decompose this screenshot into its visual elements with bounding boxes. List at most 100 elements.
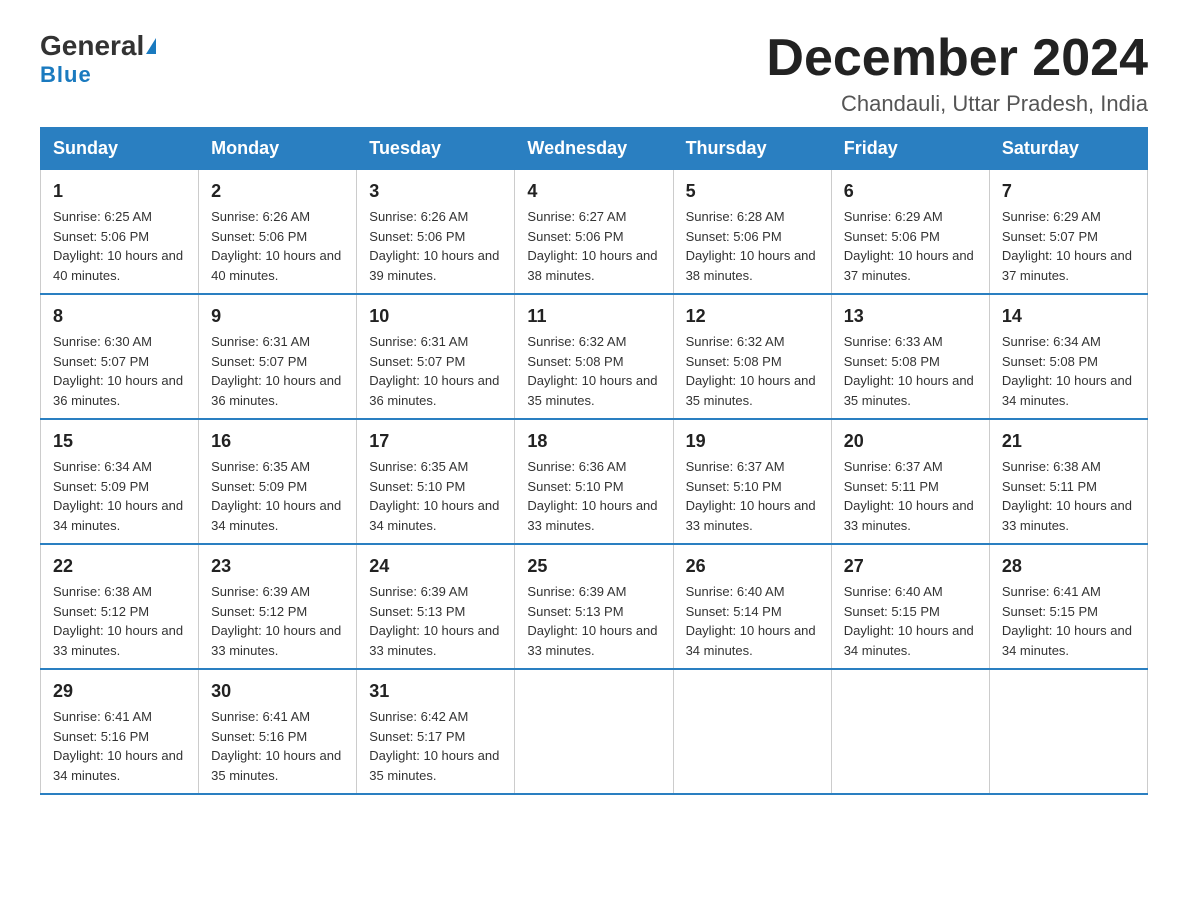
sunset-label: Sunset: 5:16 PM [53, 729, 149, 744]
daylight-label: Daylight: 10 hours and 33 minutes. [844, 498, 974, 533]
day-number: 5 [686, 178, 819, 205]
table-row: 18 Sunrise: 6:36 AM Sunset: 5:10 PM Dayl… [515, 419, 673, 544]
table-row: 11 Sunrise: 6:32 AM Sunset: 5:08 PM Dayl… [515, 294, 673, 419]
sunset-label: Sunset: 5:10 PM [369, 479, 465, 494]
day-number: 27 [844, 553, 977, 580]
sunset-label: Sunset: 5:09 PM [53, 479, 149, 494]
sunrise-label: Sunrise: 6:41 AM [53, 709, 152, 724]
sunrise-label: Sunrise: 6:37 AM [844, 459, 943, 474]
calendar-week-row: 15 Sunrise: 6:34 AM Sunset: 5:09 PM Dayl… [41, 419, 1148, 544]
sunset-label: Sunset: 5:06 PM [844, 229, 940, 244]
table-row: 29 Sunrise: 6:41 AM Sunset: 5:16 PM Dayl… [41, 669, 199, 794]
day-number: 8 [53, 303, 186, 330]
sunrise-label: Sunrise: 6:34 AM [53, 459, 152, 474]
daylight-label: Daylight: 10 hours and 33 minutes. [1002, 498, 1132, 533]
sunrise-label: Sunrise: 6:38 AM [53, 584, 152, 599]
month-year-title: December 2024 [766, 30, 1148, 87]
logo: General Blue [40, 30, 156, 88]
table-row: 13 Sunrise: 6:33 AM Sunset: 5:08 PM Dayl… [831, 294, 989, 419]
sunrise-label: Sunrise: 6:31 AM [211, 334, 310, 349]
table-row: 25 Sunrise: 6:39 AM Sunset: 5:13 PM Dayl… [515, 544, 673, 669]
daylight-label: Daylight: 10 hours and 34 minutes. [686, 623, 816, 658]
table-row: 9 Sunrise: 6:31 AM Sunset: 5:07 PM Dayli… [199, 294, 357, 419]
daylight-label: Daylight: 10 hours and 40 minutes. [211, 248, 341, 283]
daylight-label: Daylight: 10 hours and 35 minutes. [211, 748, 341, 783]
daylight-label: Daylight: 10 hours and 35 minutes. [844, 373, 974, 408]
sunrise-label: Sunrise: 6:41 AM [1002, 584, 1101, 599]
day-number: 10 [369, 303, 502, 330]
calendar-header-row: Sunday Monday Tuesday Wednesday Thursday… [41, 128, 1148, 170]
sunset-label: Sunset: 5:15 PM [844, 604, 940, 619]
logo-blue: Blue [40, 62, 92, 87]
sunrise-label: Sunrise: 6:32 AM [527, 334, 626, 349]
calendar-week-row: 8 Sunrise: 6:30 AM Sunset: 5:07 PM Dayli… [41, 294, 1148, 419]
table-row: 20 Sunrise: 6:37 AM Sunset: 5:11 PM Dayl… [831, 419, 989, 544]
daylight-label: Daylight: 10 hours and 34 minutes. [844, 623, 974, 658]
sunset-label: Sunset: 5:06 PM [369, 229, 465, 244]
sunrise-label: Sunrise: 6:31 AM [369, 334, 468, 349]
calendar-week-row: 22 Sunrise: 6:38 AM Sunset: 5:12 PM Dayl… [41, 544, 1148, 669]
col-thursday: Thursday [673, 128, 831, 170]
sunset-label: Sunset: 5:14 PM [686, 604, 782, 619]
sunrise-label: Sunrise: 6:40 AM [844, 584, 943, 599]
day-number: 28 [1002, 553, 1135, 580]
sunset-label: Sunset: 5:15 PM [1002, 604, 1098, 619]
sunset-label: Sunset: 5:13 PM [369, 604, 465, 619]
daylight-label: Daylight: 10 hours and 33 minutes. [527, 623, 657, 658]
sunrise-label: Sunrise: 6:34 AM [1002, 334, 1101, 349]
sunset-label: Sunset: 5:07 PM [53, 354, 149, 369]
table-row: 4 Sunrise: 6:27 AM Sunset: 5:06 PM Dayli… [515, 170, 673, 295]
sunset-label: Sunset: 5:12 PM [211, 604, 307, 619]
table-row [515, 669, 673, 794]
daylight-label: Daylight: 10 hours and 33 minutes. [211, 623, 341, 658]
table-row: 21 Sunrise: 6:38 AM Sunset: 5:11 PM Dayl… [989, 419, 1147, 544]
table-row: 6 Sunrise: 6:29 AM Sunset: 5:06 PM Dayli… [831, 170, 989, 295]
day-number: 1 [53, 178, 186, 205]
sunrise-label: Sunrise: 6:41 AM [211, 709, 310, 724]
sunset-label: Sunset: 5:11 PM [1002, 479, 1097, 494]
sunset-label: Sunset: 5:09 PM [211, 479, 307, 494]
day-number: 25 [527, 553, 660, 580]
day-number: 16 [211, 428, 344, 455]
table-row [831, 669, 989, 794]
table-row: 27 Sunrise: 6:40 AM Sunset: 5:15 PM Dayl… [831, 544, 989, 669]
page-header: General Blue December 2024 Chandauli, Ut… [40, 30, 1148, 117]
daylight-label: Daylight: 10 hours and 33 minutes. [686, 498, 816, 533]
daylight-label: Daylight: 10 hours and 37 minutes. [844, 248, 974, 283]
sunset-label: Sunset: 5:06 PM [527, 229, 623, 244]
sunset-label: Sunset: 5:08 PM [1002, 354, 1098, 369]
daylight-label: Daylight: 10 hours and 34 minutes. [211, 498, 341, 533]
sunrise-label: Sunrise: 6:36 AM [527, 459, 626, 474]
daylight-label: Daylight: 10 hours and 33 minutes. [53, 623, 183, 658]
day-number: 23 [211, 553, 344, 580]
day-number: 2 [211, 178, 344, 205]
table-row [989, 669, 1147, 794]
day-number: 31 [369, 678, 502, 705]
col-wednesday: Wednesday [515, 128, 673, 170]
sunset-label: Sunset: 5:06 PM [53, 229, 149, 244]
sunrise-label: Sunrise: 6:25 AM [53, 209, 152, 224]
sunrise-label: Sunrise: 6:40 AM [686, 584, 785, 599]
sunrise-label: Sunrise: 6:35 AM [369, 459, 468, 474]
day-number: 30 [211, 678, 344, 705]
sunset-label: Sunset: 5:08 PM [686, 354, 782, 369]
sunrise-label: Sunrise: 6:35 AM [211, 459, 310, 474]
daylight-label: Daylight: 10 hours and 36 minutes. [53, 373, 183, 408]
logo-general: General [40, 30, 144, 62]
day-number: 14 [1002, 303, 1135, 330]
sunset-label: Sunset: 5:08 PM [844, 354, 940, 369]
table-row: 8 Sunrise: 6:30 AM Sunset: 5:07 PM Dayli… [41, 294, 199, 419]
daylight-label: Daylight: 10 hours and 35 minutes. [686, 373, 816, 408]
day-number: 20 [844, 428, 977, 455]
table-row: 12 Sunrise: 6:32 AM Sunset: 5:08 PM Dayl… [673, 294, 831, 419]
daylight-label: Daylight: 10 hours and 40 minutes. [53, 248, 183, 283]
sunrise-label: Sunrise: 6:39 AM [369, 584, 468, 599]
sunset-label: Sunset: 5:06 PM [686, 229, 782, 244]
sunrise-label: Sunrise: 6:32 AM [686, 334, 785, 349]
col-tuesday: Tuesday [357, 128, 515, 170]
sunset-label: Sunset: 5:06 PM [211, 229, 307, 244]
day-number: 29 [53, 678, 186, 705]
daylight-label: Daylight: 10 hours and 34 minutes. [369, 498, 499, 533]
day-number: 24 [369, 553, 502, 580]
sunset-label: Sunset: 5:10 PM [527, 479, 623, 494]
